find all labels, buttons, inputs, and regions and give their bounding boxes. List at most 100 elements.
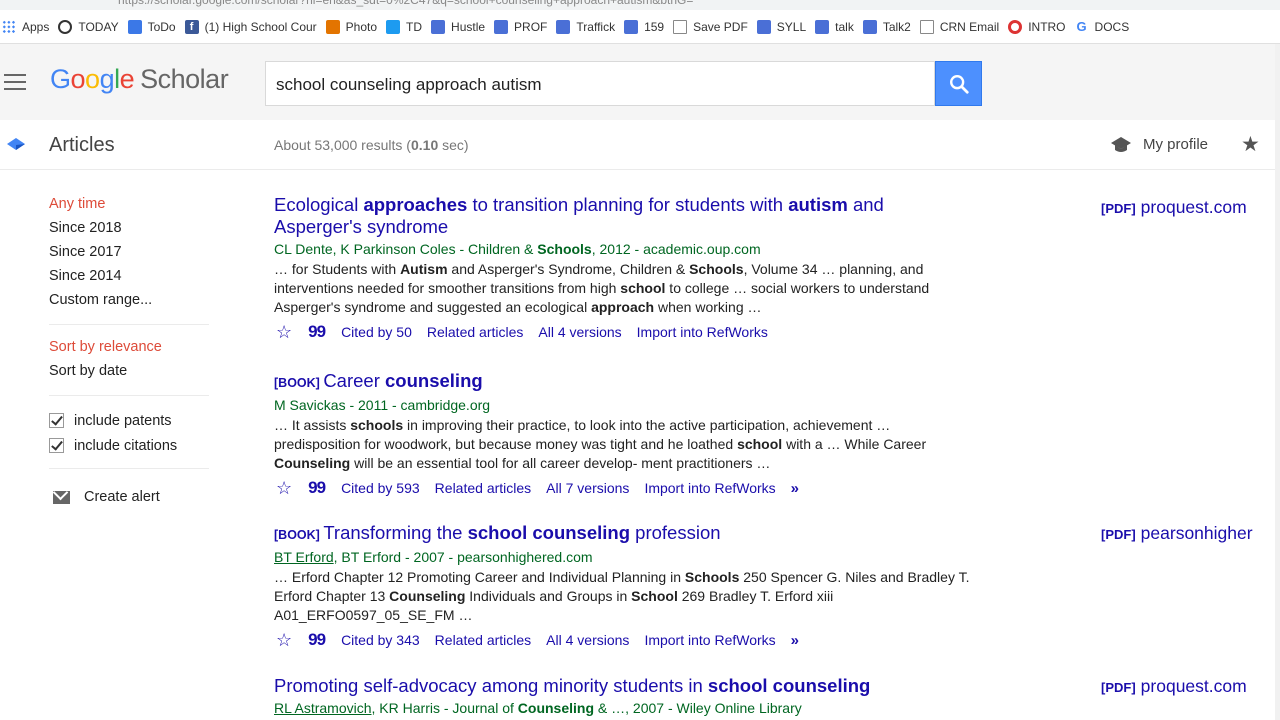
pdf-tag: [PDF] — [1101, 201, 1136, 216]
cite-quote-icon[interactable]: 99 — [308, 322, 326, 342]
bookmark-item[interactable]: SYLL — [756, 16, 815, 38]
sort-sort-by-relevance[interactable]: Sort by relevance — [49, 337, 209, 361]
related-articles-link[interactable]: Related articles — [427, 324, 524, 340]
search-button[interactable] — [935, 61, 982, 106]
pdf-tag: [PDF] — [1101, 680, 1136, 695]
filter-since-2014[interactable]: Since 2014 — [49, 266, 209, 290]
title-segment[interactable]: profession — [630, 522, 720, 543]
sort-sort-by-date[interactable]: Sort by date — [49, 361, 209, 385]
related-articles-link[interactable]: Related articles — [435, 480, 532, 496]
bookmark-item[interactable]: Save PDF — [673, 16, 757, 38]
bookmark-item[interactable]: 159 — [624, 16, 673, 38]
cited-by-link[interactable]: Cited by 50 — [341, 324, 412, 340]
save-star-icon[interactable]: ☆ — [276, 478, 292, 499]
title-segment[interactable]: to transition planning for students with — [467, 194, 788, 215]
import-refworks-link[interactable]: Import into RefWorks — [644, 480, 775, 496]
section-title[interactable]: Articles — [49, 134, 115, 157]
more-chevron-icon[interactable]: » — [791, 480, 799, 497]
bookmarks-bar: Apps TODAY ToDo f (1) High School Cour Photo T… — [0, 10, 1280, 44]
bookmark-item[interactable]: ToDo — [127, 16, 185, 38]
my-profile-link[interactable]: My profile — [1143, 136, 1208, 153]
browser-address-bar[interactable]: https://scholar.google.com/scholar?hl=en… — [0, 0, 1280, 10]
related-articles-link[interactable]: Related articles — [435, 632, 532, 648]
snippet-segment: Schools — [684, 569, 740, 585]
result-title-link[interactable]: Promoting self-advocacy among minority s… — [274, 675, 974, 697]
results-stats: About 53,000 results (0.10 sec) — [274, 137, 469, 153]
scrollbar[interactable] — [1275, 44, 1280, 720]
title-segment[interactable]: school counseling — [708, 675, 870, 696]
bookmark-item[interactable]: PROF — [494, 16, 556, 38]
title-segment[interactable]: autism — [788, 194, 848, 215]
pdf-source-name[interactable]: proquest.com — [1141, 197, 1247, 217]
author-profile-link[interactable]: RL Astramovich — [274, 700, 372, 716]
bookmark-label: Apps — [22, 19, 50, 34]
pdf-source-name[interactable]: proquest.com — [1141, 676, 1247, 696]
filter-custom-range[interactable]: Custom range... — [49, 290, 209, 314]
my-library-star-icon[interactable]: ★ — [1241, 132, 1260, 157]
author-profile-link[interactable]: BT Erford — [274, 549, 334, 565]
save-star-icon[interactable]: ☆ — [276, 322, 292, 343]
import-refworks-link[interactable]: Import into RefWorks — [637, 324, 768, 340]
result-title-link[interactable]: Ecological approaches to transition plan… — [274, 194, 974, 238]
authors-text: & …, 2007 - Wiley Online Library — [594, 700, 802, 716]
title-segment[interactable]: Career — [323, 370, 385, 391]
bookmark-item[interactable]: Photo — [325, 16, 386, 38]
title-segment[interactable]: counseling — [385, 370, 483, 391]
title-segment[interactable]: Promoting self-advocacy among minority s… — [274, 675, 708, 696]
checkbox-checked[interactable] — [49, 438, 64, 453]
pdf-source-name[interactable]: pearsonhigher — [1141, 523, 1253, 543]
filter-any-time[interactable]: Any time — [49, 194, 209, 218]
versions-link[interactable]: All 4 versions — [546, 632, 629, 648]
result-title-link[interactable]: [BOOK] Transforming the school counselin… — [274, 522, 974, 546]
bookmark-item[interactable]: INTRO — [1008, 16, 1074, 38]
bookmark-item[interactable]: Talk2 — [862, 16, 920, 38]
bookmark-item[interactable]: CRN Email — [919, 16, 1008, 38]
cite-quote-icon[interactable]: 99 — [308, 630, 326, 650]
title-segment[interactable]: Ecological — [274, 194, 363, 215]
filter-since-2017[interactable]: Since 2017 — [49, 242, 209, 266]
bookmark-item[interactable]: talk — [815, 16, 863, 38]
bookmark-label: INTRO — [1028, 19, 1066, 34]
bookmark-item[interactable]: TD — [386, 16, 431, 38]
pdf-source-link[interactable]: [PDF] proquest.com — [1101, 197, 1247, 218]
google-scholar-logo[interactable]: Google Scholar — [50, 64, 229, 95]
bookmark-item[interactable]: Hustle — [431, 16, 494, 38]
profile-cap-icon — [1111, 137, 1131, 152]
result-snippet: … It assists schools in improving their … — [274, 416, 974, 473]
bookmark-item[interactable]: Apps — [2, 16, 58, 38]
create-alert-button[interactable]: Create alert — [53, 489, 209, 505]
save-star-icon[interactable]: ☆ — [276, 630, 292, 651]
import-refworks-link[interactable]: Import into RefWorks — [644, 632, 775, 648]
bookmark-item[interactable]: f (1) High School Cour — [184, 16, 326, 38]
cite-quote-icon[interactable]: 99 — [308, 478, 326, 498]
title-segment[interactable]: school counseling — [468, 522, 630, 543]
todo-icon — [127, 19, 142, 34]
intro-icon — [1008, 19, 1023, 34]
menu-icon[interactable] — [4, 74, 26, 90]
cited-by-link[interactable]: Cited by 343 — [341, 632, 420, 648]
include-patents-checkbox[interactable]: include patents — [49, 408, 209, 433]
bookmark-item[interactable]: TODAY — [58, 16, 127, 38]
checkbox-checked[interactable] — [49, 413, 64, 428]
snippet-segment: Individuals and Groups in — [465, 588, 632, 604]
more-chevron-icon[interactable]: » — [791, 632, 799, 649]
sidebar-divider — [49, 395, 209, 396]
pdf-source-link[interactable]: [PDF] pearsonhigher — [1101, 523, 1253, 544]
title-segment[interactable]: approaches — [363, 194, 467, 215]
search-input[interactable]: school counseling approach autism — [265, 61, 935, 106]
bookmark-item[interactable]: Traffick — [556, 16, 624, 38]
include-citations-checkbox[interactable]: include citations — [49, 433, 209, 458]
versions-link[interactable]: All 4 versions — [538, 324, 621, 340]
cited-by-link[interactable]: Cited by 593 — [341, 480, 420, 496]
snippet-segment: … It assists — [274, 417, 351, 433]
filter-since-2018[interactable]: Since 2018 — [49, 218, 209, 242]
pdf-source-link[interactable]: [PDF] proquest.com — [1101, 676, 1247, 697]
versions-link[interactable]: All 7 versions — [546, 480, 629, 496]
doc-icon — [431, 19, 446, 34]
td-icon — [386, 19, 401, 34]
result-authors: RL Astramovich, KR Harris - Journal of C… — [274, 699, 974, 717]
title-segment[interactable]: Transforming the — [323, 522, 467, 543]
bookmark-item[interactable]: G DOCS — [1075, 16, 1139, 38]
result-title-link[interactable]: [BOOK] Career counseling — [274, 370, 974, 394]
bookmark-label: SYLL — [776, 19, 807, 34]
